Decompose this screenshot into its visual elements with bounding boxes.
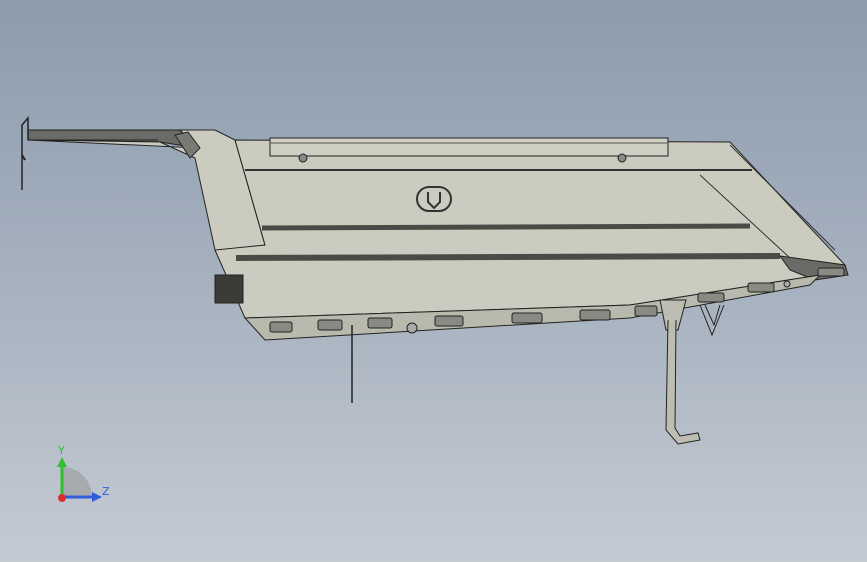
- y-axis-arrow: [57, 457, 67, 467]
- underside-valve: [406, 322, 418, 334]
- deck-strip-2: [261, 223, 751, 231]
- landing-gear: [659, 299, 725, 445]
- trailer-model[interactable]: [0, 0, 867, 562]
- kingpin-bracket: [21, 115, 29, 190]
- front-block: [214, 274, 244, 304]
- orientation-triad[interactable]: Y Z: [40, 435, 120, 515]
- graphics-viewport[interactable]: Y Z: [0, 0, 867, 562]
- deck-strip-3: [235, 253, 781, 261]
- top-rail: [269, 137, 669, 157]
- z-axis-label: Z: [102, 485, 110, 498]
- z-axis-arrow: [92, 492, 102, 502]
- y-axis-label: Y: [57, 444, 65, 457]
- x-axis-dot: [58, 494, 66, 502]
- rail-bolt-right: [617, 153, 627, 163]
- gooseneck-neck: [27, 129, 266, 266]
- rail-bolt-left: [298, 153, 308, 163]
- gooseneck-deck: [27, 129, 200, 149]
- triad-quadrant: [62, 467, 92, 497]
